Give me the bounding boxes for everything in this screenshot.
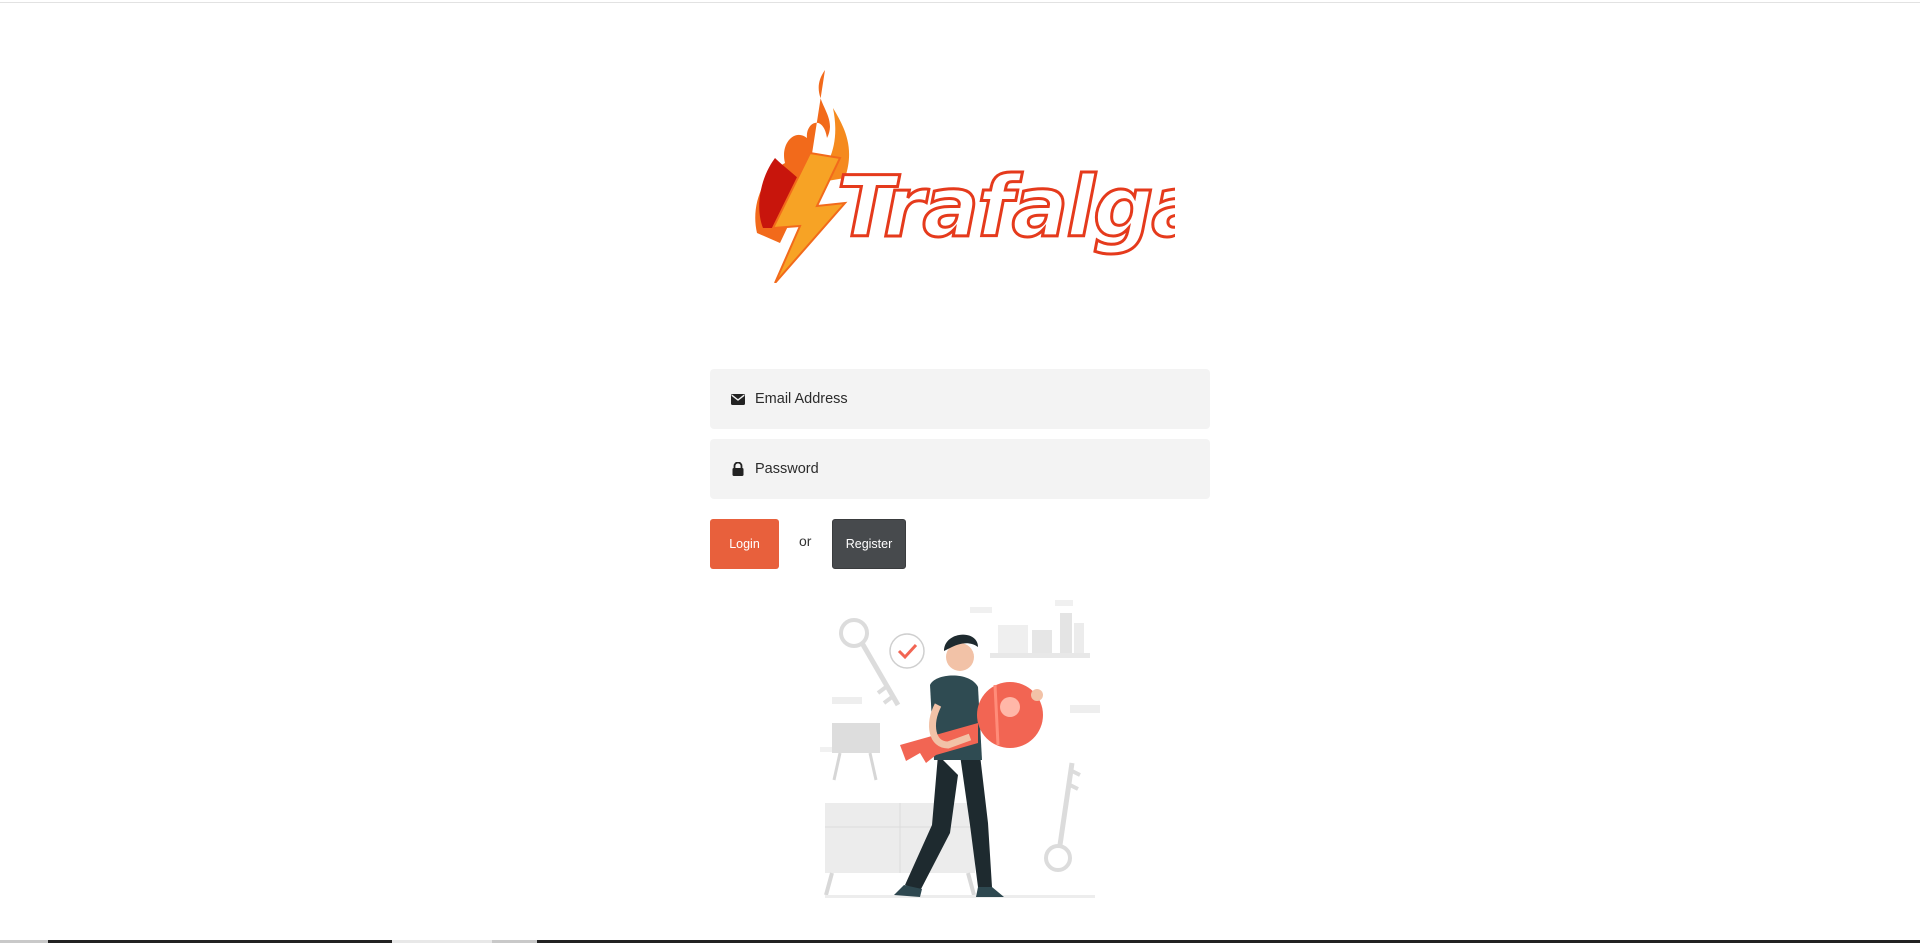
envelope-icon xyxy=(730,391,746,407)
lock-icon xyxy=(730,461,746,477)
email-input[interactable] xyxy=(755,391,1195,407)
person-holding-key-illustration xyxy=(820,595,1110,900)
top-divider xyxy=(0,2,1920,3)
svg-text:Trafalgar: Trafalgar xyxy=(837,158,1175,256)
password-input[interactable] xyxy=(755,461,1195,477)
password-field[interactable] xyxy=(710,439,1210,499)
trafalgar-logo: Trafalgar xyxy=(745,68,1175,283)
login-button[interactable]: Login xyxy=(710,519,779,569)
email-field[interactable] xyxy=(710,369,1210,429)
or-separator: or xyxy=(799,533,812,549)
register-button[interactable]: Register xyxy=(832,519,906,569)
